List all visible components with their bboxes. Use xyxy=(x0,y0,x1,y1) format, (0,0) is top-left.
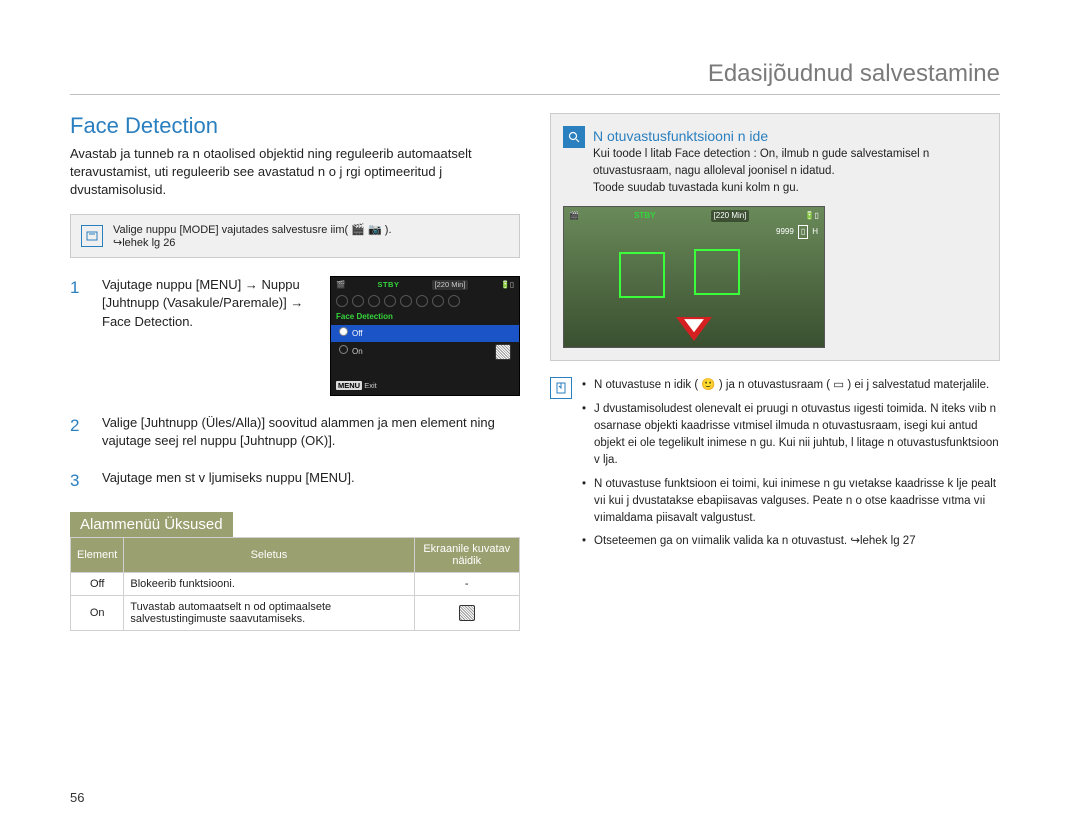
th-seletus: Seletus xyxy=(124,537,414,572)
photo-card-icon: ▯ xyxy=(798,225,808,239)
chapter-header: Edasijõudnud salvestamine xyxy=(70,60,1000,95)
camera-fd-label: Face Detection xyxy=(331,309,519,325)
camera-stby: STBY xyxy=(377,280,399,291)
step-2-text: Valige [Juhtnupp (Üles/Alla)] soovitud a… xyxy=(102,414,520,452)
table-row: Off Blokeerib funktsiooni. - xyxy=(71,572,520,595)
notes-box: N otuvastuse n idik ( 🙂 ) ja n otuvastus… xyxy=(550,377,1000,556)
note-item: N otuvastuse n idik ( 🙂 ) ja n otuvastus… xyxy=(582,377,1000,394)
note-item: Otseteemen ga on vıimalik valida ka n ot… xyxy=(582,533,1000,550)
th-display: Ekraanile kuvatav näidik xyxy=(414,537,520,572)
right-column: N otuvastusfunktsiooni n ide Kui toode l… xyxy=(550,113,1000,631)
camera-time: [220 Min] xyxy=(432,280,469,291)
step-3-text: Vajutage men st v ljumiseks nuppu [MENU]… xyxy=(102,469,520,494)
example-photo: 🎬 STBY [220 Min] 🔋▯ 9999 ▯ H xyxy=(563,206,825,348)
table-row: On Tuvastab automaatselt n od optimaalse… xyxy=(71,595,520,630)
submenu-table: Element Seletus Ekraanile kuvatav näidik… xyxy=(70,537,520,631)
photo-h: H xyxy=(812,226,818,238)
step-1-text: Vajutage nuppu [MENU] → Nuppu [Juhtnupp … xyxy=(102,276,318,333)
intro-text: Avastab ja tunneb ra n otaolised objekti… xyxy=(70,145,520,200)
page-number: 56 xyxy=(70,790,84,805)
video-glyph: 🎬 xyxy=(351,224,365,236)
photo-time: [220 Min] xyxy=(711,210,750,222)
camera-icon-row xyxy=(331,293,519,309)
photo-stby: STBY xyxy=(634,210,655,222)
photo-battery-icon: 🔋▯ xyxy=(805,210,819,222)
example-p1: Kui toode l litab Face detection : On, i… xyxy=(593,146,987,179)
face-icon xyxy=(459,605,475,621)
red-arrow-icon xyxy=(676,317,712,341)
example-p2: Toode suudab tuvastada kuni kolm n gu. xyxy=(593,180,987,197)
camera-video-icon: 🎬 xyxy=(336,280,345,291)
face-rect-1 xyxy=(619,252,665,298)
th-element: Element xyxy=(71,537,124,572)
camera-battery-icon: 🔋▯ xyxy=(501,280,514,291)
face-rect-2 xyxy=(694,249,740,295)
photo-video-icon: 🎬 xyxy=(569,210,579,222)
section-title: Face Detection xyxy=(70,113,520,139)
camera-option-off: Off xyxy=(331,325,519,342)
magnifier-icon xyxy=(563,126,585,148)
note-item: J dvustamisoludest olenevalt ei pruugi n… xyxy=(582,401,1000,470)
photo-count: 9999 xyxy=(776,226,794,238)
submenu-header: Alammenüü Üksused xyxy=(70,512,233,537)
mode-text-1: Valige nuppu [MODE] vajutades salvestusr… xyxy=(113,224,348,236)
note-icon xyxy=(550,377,572,399)
left-column: Face Detection Avastab ja tunneb ra n ot… xyxy=(70,113,520,631)
camera-footer: MENU Exit xyxy=(331,378,519,395)
mode-icon xyxy=(81,225,103,247)
mode-text-2: ↪lehek lg 26 xyxy=(113,237,175,249)
photo-glyph: 📷 xyxy=(368,224,382,236)
example-title: N otuvastusfunktsiooni n ide xyxy=(593,126,987,146)
example-box: N otuvastusfunktsiooni n ide Kui toode l… xyxy=(550,113,1000,361)
steps-list: Vajutage nuppu [MENU] → Nuppu [Juhtnupp … xyxy=(70,276,520,494)
camera-menu-screenshot: 🎬 STBY [220 Min] 🔋▯ Face Detection Off xyxy=(330,276,520,396)
note-item: N otuvastuse funktsioon ei toimi, kui in… xyxy=(582,476,1000,528)
mode-select-box: Valige nuppu [MODE] vajutades salvestusr… xyxy=(70,214,520,258)
camera-option-on: On xyxy=(331,342,519,362)
face-icon-small xyxy=(495,344,511,360)
mode-text-1-end: ). xyxy=(385,224,392,236)
